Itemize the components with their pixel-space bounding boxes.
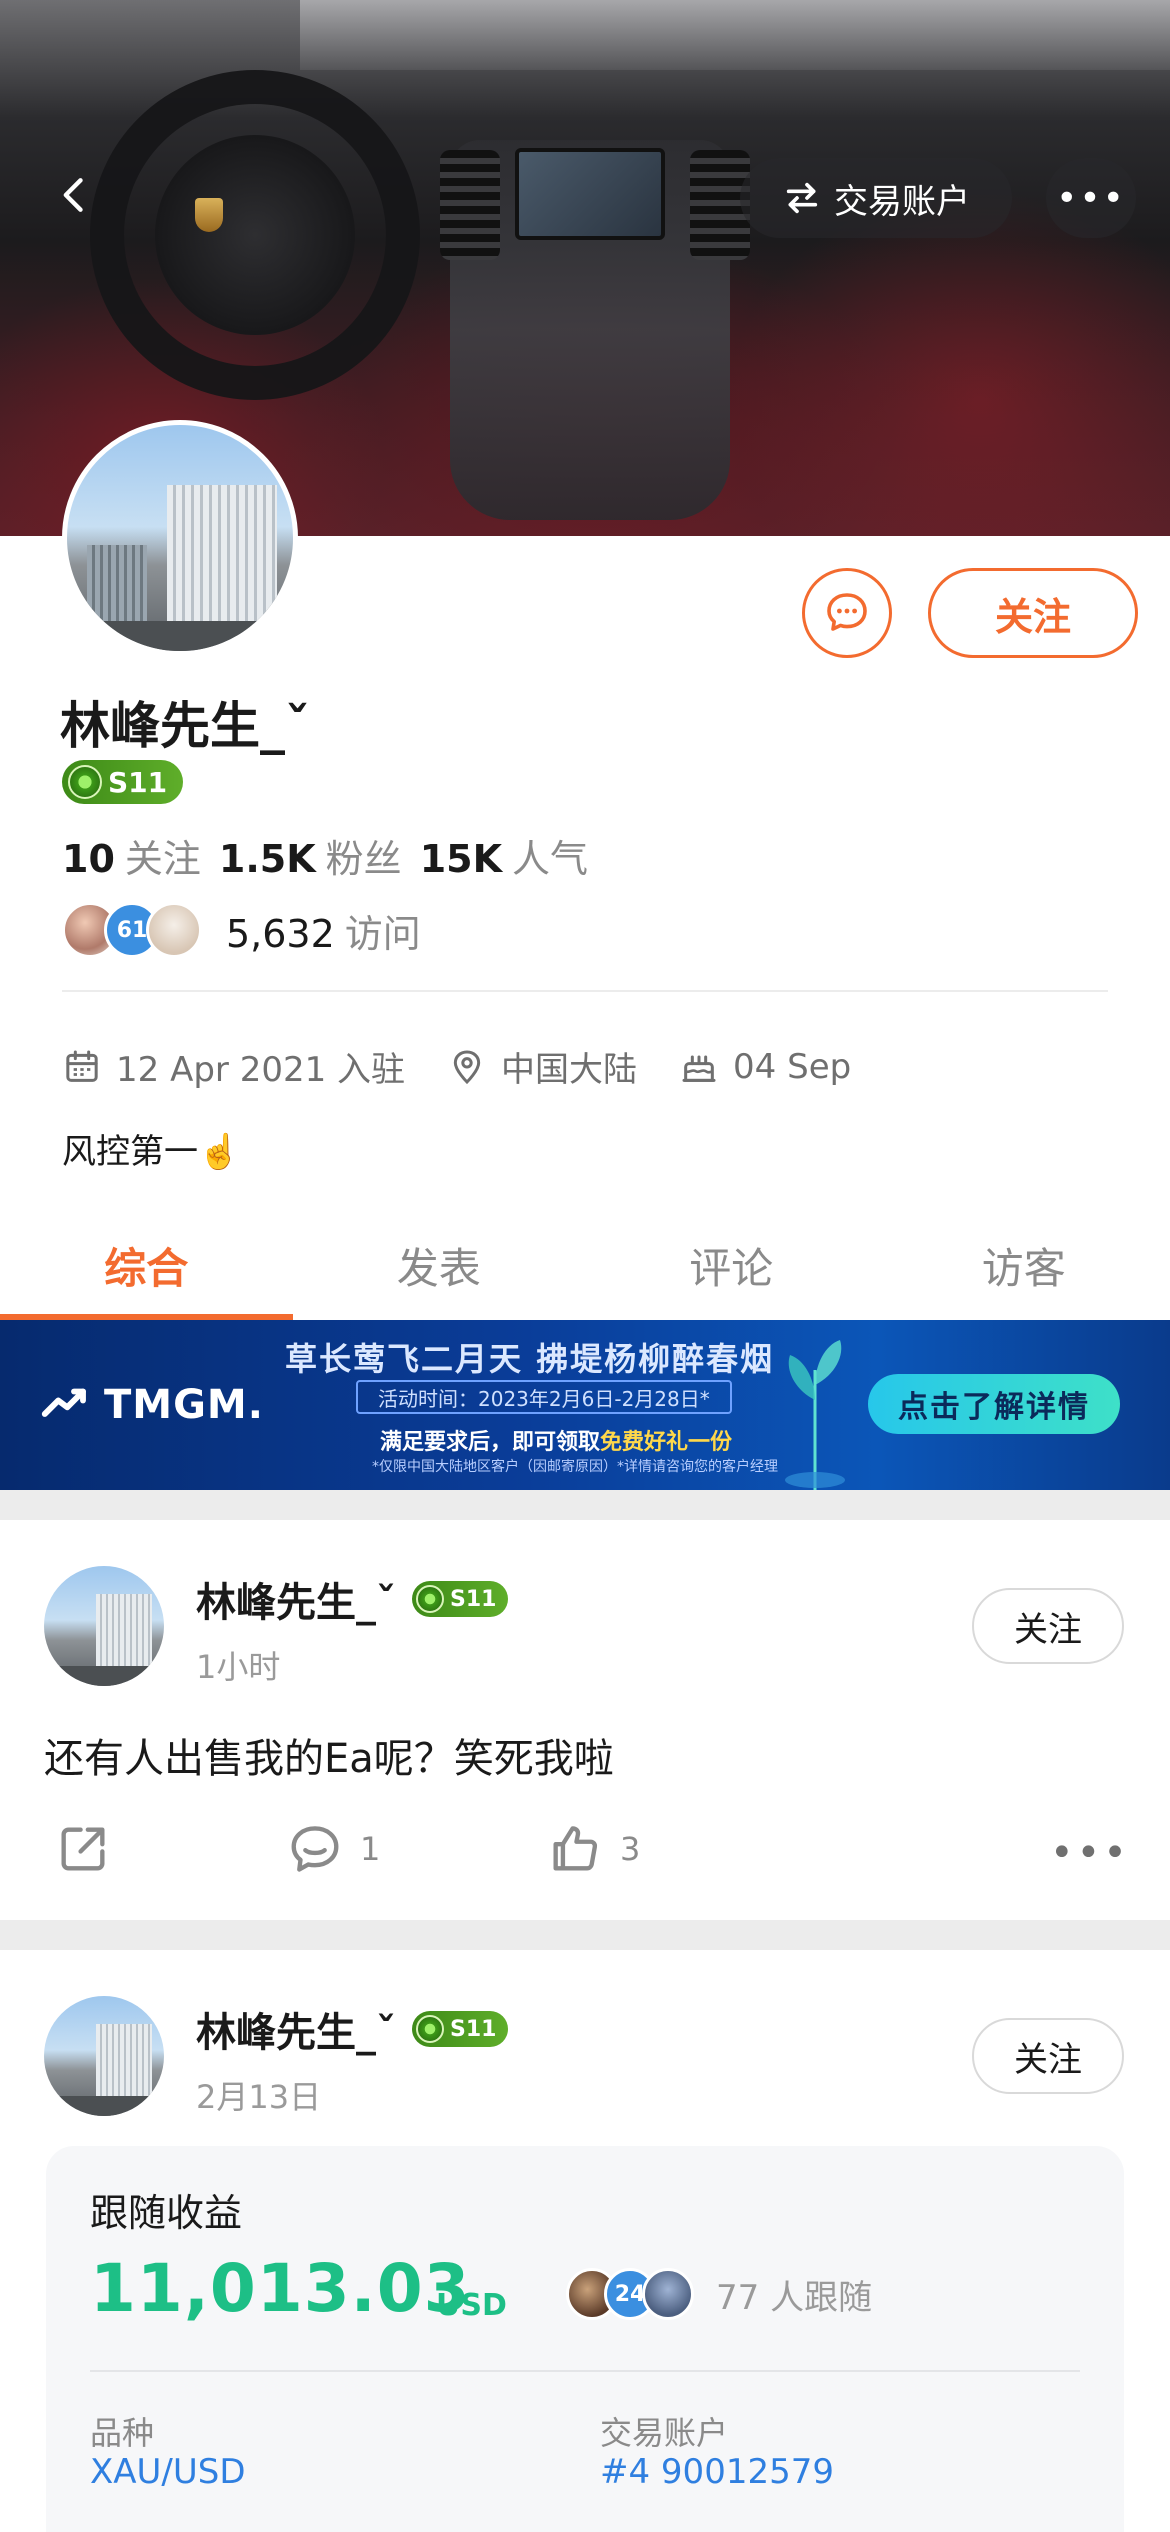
message-button[interactable]: [802, 568, 892, 658]
profile-tabs: 综合 发表 评论 访客: [0, 1210, 1170, 1320]
post-time: 2月13日: [196, 2078, 322, 2116]
visitor-avatar: [146, 902, 202, 958]
plant-decoration-icon: [785, 1340, 845, 1490]
location: 中国大陆: [501, 1050, 638, 1090]
joined-date: 12 Apr 2021 入驻: [116, 1050, 406, 1090]
birthday-cake-icon: [682, 1055, 716, 1082]
tab-overview[interactable]: 综合: [0, 1210, 293, 1320]
follow-earnings-card[interactable]: 跟随收益 11,013.03 USD 24 77 人跟随 品种 XAU/USD …: [46, 2146, 1124, 2532]
divider: [90, 2370, 1080, 2372]
post-author-name: 林峰先生_ˇ: [196, 1580, 396, 1626]
profile-name: 林峰先生_ˇ: [60, 697, 310, 755]
location-pin-icon: [453, 1049, 481, 1084]
profile-bio: 风控第一☝️: [62, 1132, 241, 1172]
tab-comments[interactable]: 评论: [585, 1210, 878, 1320]
comment-count: 1: [360, 1830, 381, 1868]
birthday: 04 Sep: [733, 1046, 852, 1087]
popularity-stat: 15K 人气: [419, 837, 589, 881]
followers-row[interactable]: 24 77 人跟随: [566, 2266, 872, 2322]
chevron-left-icon: [63, 178, 83, 212]
level-badge: S11: [412, 2011, 509, 2047]
symbol-value[interactable]: XAU/USD: [90, 2452, 246, 2492]
like-count: 3: [620, 1830, 641, 1868]
level-gem-icon: [416, 2015, 444, 2043]
banner-headline: 草长莺飞二月天 拂堤杨柳醉春烟: [285, 1340, 775, 1378]
post-author-name: 林峰先生_ˇ: [196, 2010, 396, 2056]
following-stat[interactable]: 10 关注: [62, 828, 201, 883]
post-follow-button[interactable]: 关注: [972, 2018, 1124, 2094]
banner-activity-time: 活动时间：2023年2月6日-2月28日*: [356, 1380, 732, 1414]
profile-stats: 10 关注 1.5K 粉丝 15K 人气: [62, 828, 588, 883]
account-value[interactable]: #4 90012579: [600, 2452, 834, 2492]
tmgm-logo-icon: [41, 1388, 86, 1417]
post-text[interactable]: 还有人出售我的Ea呢？笑死我啦: [44, 1726, 614, 1784]
post-author-avatar[interactable]: [44, 1996, 164, 2116]
earnings-amount: 11,013.03: [90, 2250, 471, 2327]
trade-account-label: 交易账户: [834, 181, 970, 222]
brand-name: TMGM.: [104, 1382, 264, 1428]
level-label: S11: [108, 765, 168, 799]
post-follow-button[interactable]: 关注: [972, 1588, 1124, 1664]
visitors-row[interactable]: 61 5,632 访问: [62, 900, 421, 960]
followers-text: 77 人跟随: [716, 2277, 873, 2318]
visits-count: 5,632: [226, 911, 335, 956]
divider: [62, 990, 1108, 992]
earnings-currency: USD: [436, 2288, 507, 2323]
banner-offer: 满足要求后，即可领取免费好礼一份: [380, 1430, 733, 1455]
profile-avatar[interactable]: [62, 420, 298, 656]
visits-label: 访问: [344, 911, 421, 956]
post-actions: 1 3 •••: [0, 1810, 1170, 1890]
level-badge: S11: [62, 760, 184, 804]
banner-fineprint: *仅限中国大陆地区客户（因邮寄原因）*详情请咨询您的客户经理: [372, 1459, 778, 1475]
tab-posts[interactable]: 发表: [293, 1210, 586, 1320]
more-button[interactable]: •••: [1046, 158, 1136, 238]
post-author[interactable]: 林峰先生_ˇ S11: [196, 2000, 509, 2058]
comment-button[interactable]: 1: [286, 1820, 380, 1878]
post-time: 1小时: [196, 1648, 281, 1686]
level-gem-icon: [416, 1585, 444, 1613]
share-button[interactable]: [54, 1820, 112, 1878]
section-gap: [0, 1490, 1170, 1520]
brand-logo: TMGM.: [38, 1378, 264, 1432]
post-author-avatar[interactable]: [44, 1566, 164, 1686]
back-button[interactable]: [40, 160, 110, 230]
level-gem-icon: [68, 765, 102, 799]
banner-cta-button[interactable]: 点击了解详情: [868, 1374, 1120, 1434]
like-button[interactable]: 3: [546, 1820, 640, 1878]
section-gap: [0, 1920, 1170, 1950]
thumbs-up-icon: [553, 1826, 598, 1871]
calendar-icon: [66, 1050, 98, 1082]
profile-meta: 12 Apr 2021 入驻 中国大陆 04 Sep: [62, 1042, 851, 1091]
account-label: 交易账户: [600, 2414, 729, 2452]
follower-avatar: [642, 2268, 694, 2320]
post-more-button[interactable]: •••: [1050, 1830, 1130, 1876]
level-badge: S11: [412, 1581, 509, 1617]
follow-button[interactable]: 关注: [928, 568, 1138, 658]
post-author[interactable]: 林峰先生_ˇ S11: [196, 1570, 509, 1628]
chat-bubble-icon: [827, 593, 867, 631]
tab-visitors[interactable]: 访客: [878, 1210, 1170, 1320]
share-icon: [61, 1827, 105, 1871]
symbol-label: 品种: [90, 2414, 155, 2452]
trade-account-button[interactable]: 交易账户: [740, 158, 1012, 238]
more-icon: •••: [1056, 177, 1126, 219]
card-title: 跟随收益: [90, 2191, 243, 2235]
ad-banner[interactable]: TMGM. 草长莺飞二月天 拂堤杨柳醉春烟 活动时间：2023年2月6日-2月2…: [0, 1320, 1170, 1490]
fans-stat[interactable]: 1.5K 粉丝: [219, 828, 402, 883]
comment-icon: [291, 1826, 339, 1872]
swap-icon: [786, 182, 818, 214]
